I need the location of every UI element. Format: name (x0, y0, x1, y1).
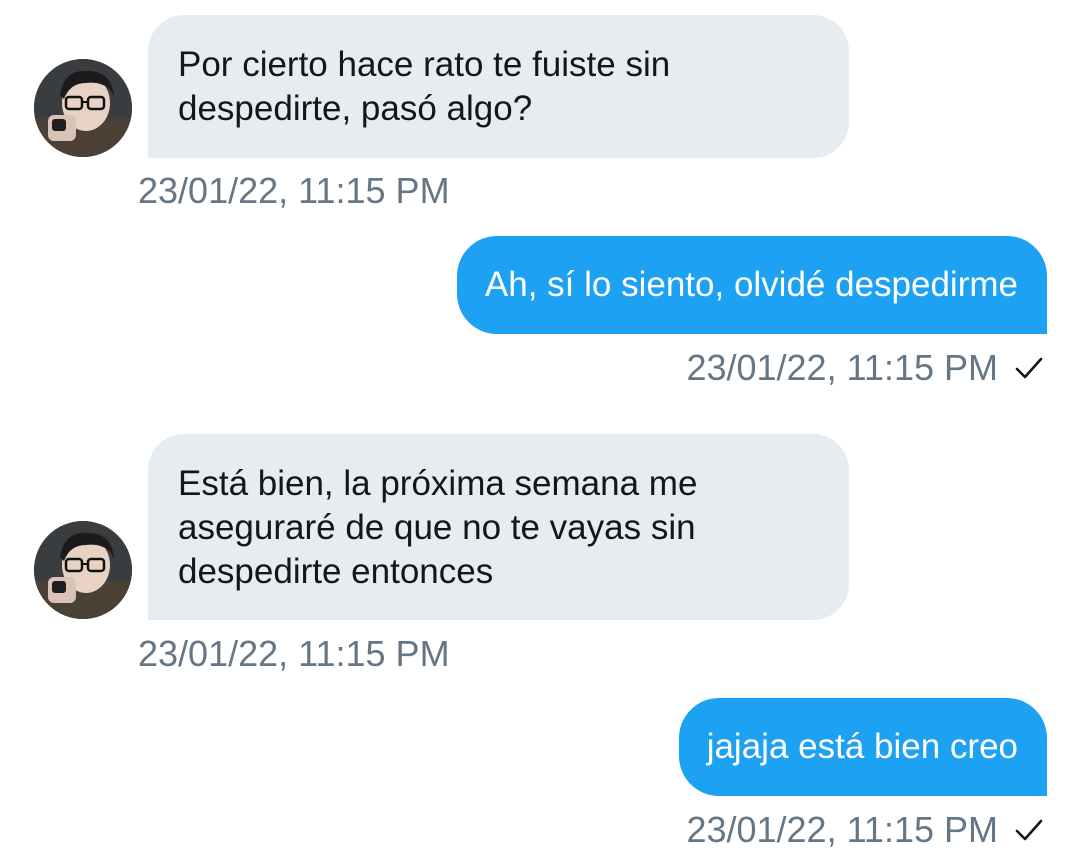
message-timestamp: 23/01/22, 11:15 PM (138, 633, 450, 674)
checkmark-icon (1015, 357, 1043, 379)
avatar-image (34, 59, 132, 157)
avatar[interactable] (34, 521, 132, 619)
message-timestamp: 23/01/22, 11:15 PM (686, 347, 998, 388)
outgoing-message-bubble[interactable]: jajaja está bien creo (678, 698, 1047, 796)
message-meta: 23/01/22, 11:15 PM (686, 810, 1044, 850)
avatar[interactable] (34, 59, 132, 157)
checkmark-icon (1015, 819, 1043, 841)
avatar-image (34, 521, 132, 619)
message-timestamp: 23/01/22, 11:15 PM (686, 809, 998, 850)
incoming-message-bubble[interactable]: Está bien, la próxima semana me asegurar… (148, 434, 849, 620)
message-timestamp: 23/01/22, 11:15 PM (138, 170, 450, 211)
incoming-message-bubble[interactable]: Por cierto hace rato te fuiste sin despe… (148, 15, 849, 158)
outgoing-message-bubble[interactable]: Ah, sí lo siento, olvidé despedirme (456, 236, 1047, 334)
message-thread: Por cierto hace rato te fuiste sin despe… (0, 0, 1080, 862)
message-meta: 23/01/22, 11:15 PM (686, 348, 1044, 388)
